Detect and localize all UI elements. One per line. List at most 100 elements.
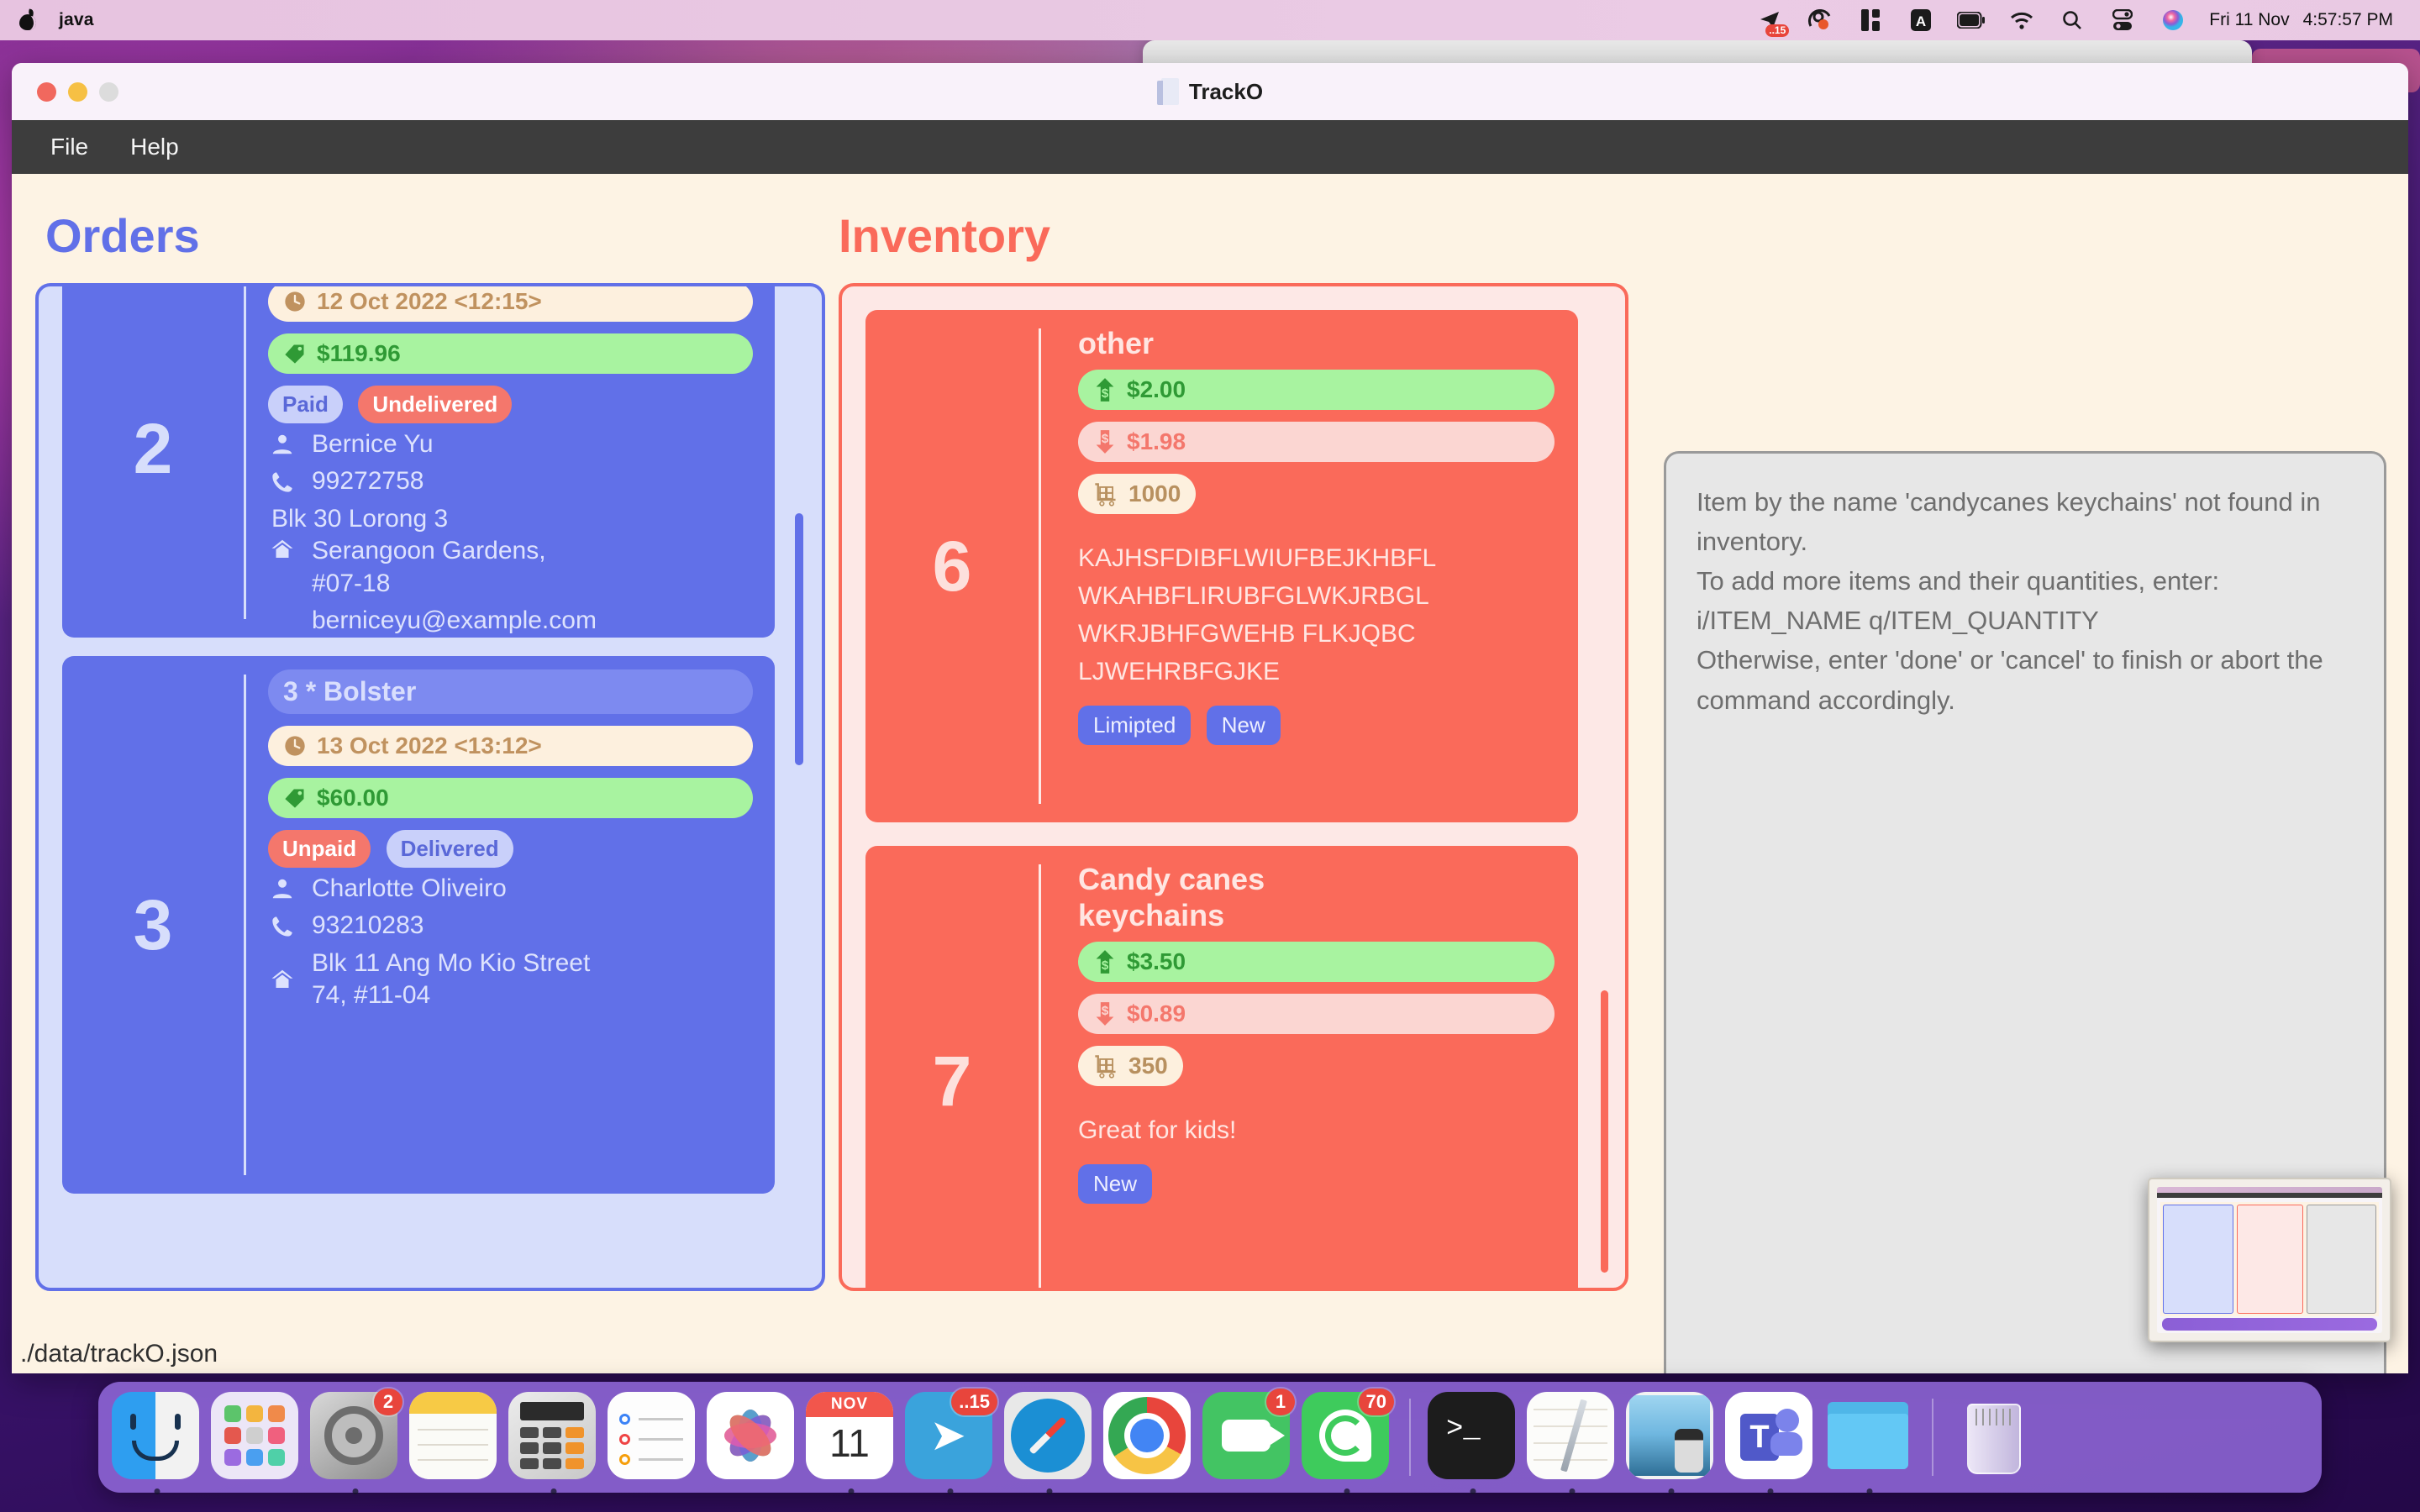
- downloads-folder-icon[interactable]: [1824, 1392, 1912, 1479]
- customer-phone-row: 99272758: [268, 465, 753, 497]
- menu-help[interactable]: Help: [115, 129, 194, 165]
- screenshot-preview-thumbnail[interactable]: [2148, 1178, 2391, 1342]
- calculator-icon[interactable]: [508, 1392, 596, 1479]
- inventory-sell-price: $3.50: [1127, 948, 1186, 975]
- clock-icon: [285, 736, 305, 756]
- spotlight-search-icon[interactable]: [2058, 8, 2086, 33]
- notes-pen-icon[interactable]: [1527, 1392, 1614, 1479]
- order-delivery-badge: Delivered: [386, 830, 513, 868]
- safari-icon[interactable]: [1004, 1392, 1092, 1479]
- dock-item-chrome[interactable]: [1103, 1392, 1194, 1483]
- rectangle-window-icon[interactable]: [1856, 8, 1885, 33]
- dock-item-telegram[interactable]: ➤ ..15: [905, 1389, 997, 1494]
- siri-icon[interactable]: [2159, 8, 2187, 33]
- orders-list-panel[interactable]: 2 12 Oct 2022 <12:15> $119.96 Paid Undel…: [35, 283, 825, 1291]
- dock-item-finder[interactable]: [112, 1392, 203, 1494]
- text-input-A-icon[interactable]: A: [1907, 8, 1935, 33]
- dock-item-preview[interactable]: [1626, 1392, 1717, 1494]
- running-indicator: [1046, 1488, 1053, 1494]
- dock-item-reminders[interactable]: [608, 1392, 698, 1483]
- price-tag-icon: [285, 344, 304, 364]
- inventory-tag: Limipted: [1078, 706, 1192, 746]
- clock-icon: [285, 291, 305, 312]
- battery-icon[interactable]: [1957, 8, 1986, 33]
- trash-icon[interactable]: [1950, 1392, 2038, 1479]
- inventory-tag: New: [1206, 706, 1281, 746]
- orders-scrollbar[interactable]: [795, 513, 803, 765]
- zoom-button[interactable]: [99, 81, 118, 102]
- inventory-tags: Limipted New: [1078, 706, 1555, 746]
- dock-item-terminal[interactable]: >_: [1428, 1392, 1518, 1494]
- order-price-pill: $119.96: [268, 333, 753, 374]
- calendar-icon[interactable]: NOV 11: [806, 1392, 893, 1479]
- dock-item-notes-pen[interactable]: [1527, 1392, 1618, 1494]
- menu-file[interactable]: File: [35, 129, 103, 165]
- dollar-down-arrow-icon: $: [1096, 430, 1114, 454]
- inventory-scrollbar[interactable]: [1601, 990, 1608, 1273]
- close-button[interactable]: [37, 81, 56, 102]
- dock-item-downloads-folder[interactable]: [1824, 1392, 1915, 1494]
- running-indicator: [154, 1488, 160, 1494]
- terminal-icon[interactable]: >_: [1428, 1392, 1515, 1479]
- thumb-result-col: [2306, 1205, 2376, 1314]
- inventory-sell-price-pill: $ $3.50: [1078, 942, 1555, 983]
- dock-item-calendar[interactable]: NOV 11: [806, 1392, 897, 1494]
- order-price-pill: $60.00: [268, 778, 753, 818]
- customer-name: Bernice Yu: [312, 430, 434, 458]
- dollar-down-arrow-icon: $: [1096, 1002, 1114, 1026]
- inventory-item-name: Candy canes keychains: [1078, 862, 1265, 933]
- inventory-list-panel[interactable]: 6 other $ $2.00 $ $1.98 1000 KAJHSFDIBFL…: [839, 283, 1628, 1291]
- notes-icon[interactable]: [409, 1392, 497, 1479]
- customer-email: berniceyu@example.com: [312, 606, 597, 634]
- dock-item-trash[interactable]: [1950, 1392, 2041, 1483]
- inventory-details: other $ $2.00 $ $1.98 1000 KAJHSFDIBFLWI…: [1041, 310, 1578, 822]
- finder-icon[interactable]: [112, 1392, 199, 1479]
- customer-address-row: Blk 30 Lorong 3 Serangoon Gardens, #07-1…: [268, 503, 753, 600]
- dock-item-launchpad[interactable]: [211, 1392, 302, 1483]
- person-icon: [268, 432, 297, 457]
- status-bar: ./data/trackO.json: [12, 1335, 2408, 1373]
- dock-item-calculator[interactable]: [508, 1392, 599, 1494]
- dock-item-facetime[interactable]: 1: [1202, 1389, 1295, 1483]
- inventory-index: 7: [932, 1041, 972, 1121]
- telegram-icon[interactable]: ..15: [1755, 8, 1790, 37]
- order-date-text: 13 Oct 2022 <13:12>: [317, 732, 542, 759]
- menubar-app-name[interactable]: java: [59, 10, 94, 30]
- chrome-icon[interactable]: [1103, 1392, 1191, 1479]
- apple-logo-icon[interactable]: [18, 9, 37, 31]
- launchpad-icon[interactable]: [211, 1392, 298, 1479]
- result-text: Item by the name 'candycanes keychains' …: [1697, 487, 2323, 715]
- dock-item-system-settings[interactable]: 2: [310, 1389, 402, 1494]
- whatsapp-badge: 70: [1358, 1389, 1394, 1415]
- order-card[interactable]: 3 3 * Bolster 13 Oct 2022 <13:12> $60.00: [62, 656, 775, 1194]
- reminders-icon[interactable]: [608, 1392, 695, 1479]
- dock-item-whatsapp[interactable]: 70: [1302, 1389, 1394, 1494]
- order-date-pill: 12 Oct 2022 <12:15>: [268, 286, 753, 322]
- dock-item-teams[interactable]: T: [1725, 1392, 1816, 1494]
- inventory-tags: New: [1078, 1164, 1555, 1205]
- wifi-icon[interactable]: [2007, 8, 2036, 33]
- traffic-light-buttons[interactable]: [37, 81, 118, 102]
- microsoft-teams-icon[interactable]: T: [1725, 1392, 1812, 1479]
- photos-icon[interactable]: [707, 1392, 794, 1479]
- svg-text:$: $: [1102, 1005, 1109, 1019]
- inventory-cost-price: $0.89: [1127, 1000, 1186, 1027]
- control-center-icon[interactable]: [2108, 8, 2137, 33]
- dock-item-photos[interactable]: [707, 1392, 797, 1483]
- inventory-card[interactable]: 7 Candy canes keychains $ $3.50 $ $0.89 …: [865, 846, 1578, 1288]
- inventory-quantity-pill: 1000: [1078, 474, 1197, 515]
- minimize-button[interactable]: [68, 81, 87, 102]
- inventory-card[interactable]: 6 other $ $2.00 $ $1.98 1000 KAJHSFDIBFL…: [865, 310, 1578, 822]
- inventory-sell-price: $2.00: [1127, 376, 1186, 403]
- order-card[interactable]: 2 12 Oct 2022 <12:15> $119.96 Paid Undel…: [62, 286, 775, 638]
- inventory-details: Candy canes keychains $ $3.50 $ $0.89 35…: [1041, 846, 1578, 1288]
- inventory-cart-icon: [1095, 1055, 1116, 1079]
- dock-item-safari[interactable]: [1004, 1392, 1095, 1494]
- dock-item-notes[interactable]: [409, 1392, 500, 1483]
- order-delivery-badge: Undelivered: [358, 386, 513, 423]
- cleaner-icon[interactable]: [1806, 8, 1834, 33]
- preview-icon[interactable]: [1626, 1392, 1713, 1479]
- home-icon: [268, 967, 297, 992]
- settings-badge: 2: [374, 1389, 402, 1415]
- customer-address: Blk 30 Lorong 3 Serangoon Gardens, #07-1…: [271, 504, 546, 597]
